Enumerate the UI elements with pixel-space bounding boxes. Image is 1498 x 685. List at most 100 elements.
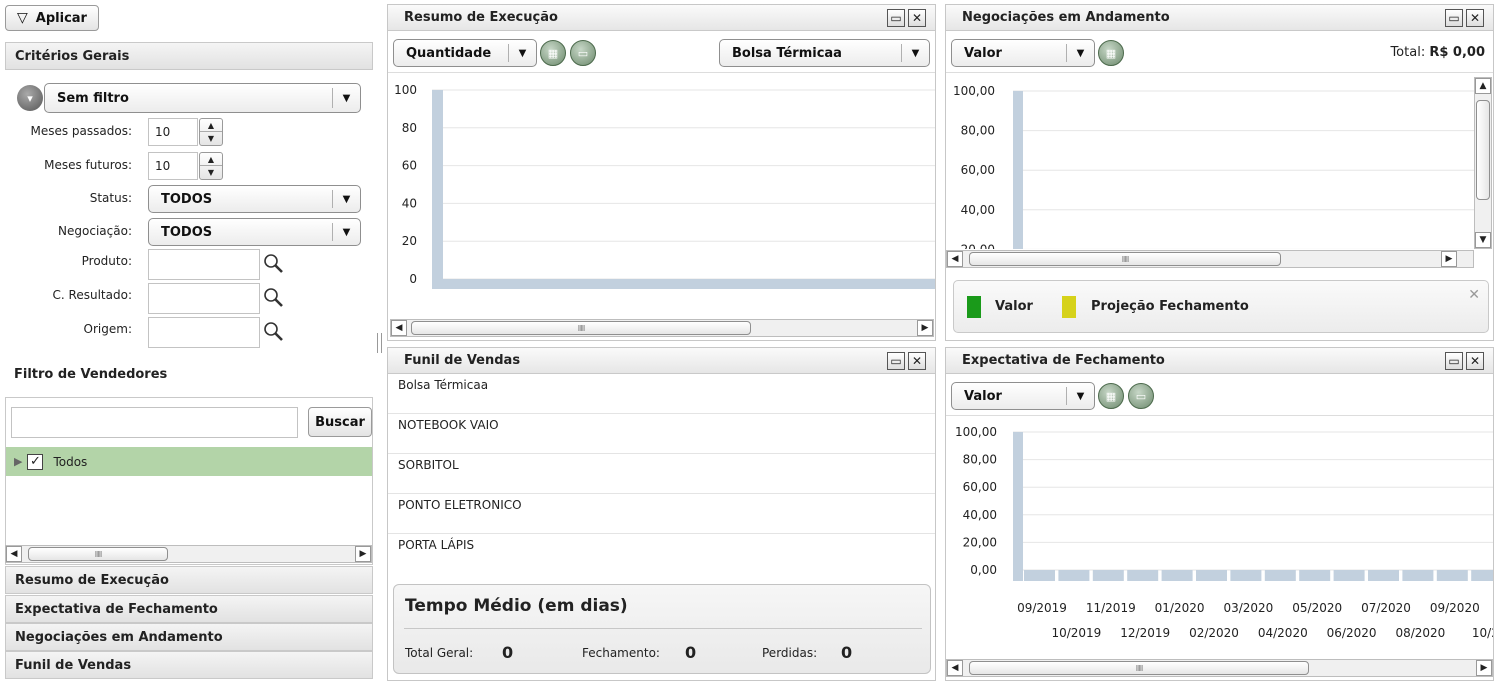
status-select[interactable]: TODOS ▼ xyxy=(148,185,361,213)
scroll-right-icon[interactable]: ▶ xyxy=(917,320,933,336)
months-past-input[interactable]: 10 xyxy=(148,118,198,146)
scroll-right-icon[interactable]: ▶ xyxy=(1441,251,1457,267)
scroll-thumb[interactable]: IIIII xyxy=(28,547,168,561)
search-icon[interactable] xyxy=(263,287,285,309)
funnel-item[interactable]: PONTO ELETRONICO xyxy=(388,494,935,534)
checkbox-checked-icon[interactable]: ✓ xyxy=(27,453,44,470)
sellers-search-input[interactable] xyxy=(11,407,298,438)
total-label: Total: xyxy=(1390,45,1426,60)
negociacoes-hscroll[interactable]: ◀ IIIII ▶ xyxy=(946,250,1474,268)
tempo-medio-box: Tempo Médio (em dias) Total Geral: 0 Fec… xyxy=(393,584,931,674)
scroll-thumb[interactable]: IIIII xyxy=(969,661,1309,675)
comment-icon[interactable]: ▭ xyxy=(570,40,596,66)
y-tick-label: 20,00 xyxy=(963,535,997,549)
product-input[interactable] xyxy=(148,249,260,280)
negociacoes-measure-select[interactable]: Valor ▼ xyxy=(951,39,1095,67)
expectativa-measure-select[interactable]: Valor ▼ xyxy=(951,382,1095,410)
legend-label-projecao: Projeção Fechamento xyxy=(1091,299,1249,314)
months-future-stepper[interactable]: ▲ ▼ xyxy=(199,152,223,180)
negotiation-label: Negociação: xyxy=(58,224,132,238)
scroll-thumb[interactable] xyxy=(1476,100,1490,200)
negociacoes-vscroll[interactable]: ▲ ▼ xyxy=(1474,77,1492,249)
chevron-down-icon: ▼ xyxy=(332,223,360,241)
section-label: Resumo de Execução xyxy=(15,572,169,588)
panel-title-text: Negociações em Andamento xyxy=(962,10,1170,25)
scroll-thumb[interactable]: IIIII xyxy=(969,252,1281,266)
bar xyxy=(1092,570,1124,581)
search-button[interactable]: Buscar xyxy=(308,407,372,437)
perdidas-value: 0 xyxy=(841,643,853,662)
expectativa-chart: 100,00 80,00 60,00 40,00 20,00 0,00 09/2019 10/… xyxy=(955,425,1493,640)
y-tick-label: 60,00 xyxy=(961,163,995,177)
maximize-icon[interactable]: ▭ xyxy=(887,352,905,370)
filter-select[interactable]: Sem filtro ▼ xyxy=(44,83,361,113)
section-label: Negociações em Andamento xyxy=(15,629,223,645)
funnel-item[interactable]: SORBITOL xyxy=(388,454,935,494)
scroll-left-icon[interactable]: ◀ xyxy=(391,320,407,336)
resumo-product-select[interactable]: Bolsa Térmicaa ▼ xyxy=(719,39,930,67)
apply-button[interactable]: ▽ Aplicar xyxy=(5,5,99,31)
section-funil[interactable]: Funil de Vendas xyxy=(5,651,373,679)
months-future-input[interactable]: 10 xyxy=(148,152,198,180)
tree-item-todos[interactable]: ▶ ✓ Todos xyxy=(6,447,372,476)
close-icon[interactable]: ✕ xyxy=(1466,352,1484,370)
filter-avatar-icon[interactable]: ▾ xyxy=(17,85,43,111)
scroll-up-icon[interactable]: ▲ xyxy=(1475,78,1491,94)
funil-panel: Funil de Vendas ▭ ✕ Bolsa Térmicaa NOTEB… xyxy=(387,347,936,681)
resumo-toolbar: Quantidade ▼ ▦ ▭ Bolsa Térmicaa ▼ xyxy=(388,31,935,73)
panel-title-text: Funil de Vendas xyxy=(404,353,521,368)
section-expectativa[interactable]: Expectativa de Fechamento xyxy=(5,595,373,623)
maximize-icon[interactable]: ▭ xyxy=(887,9,905,27)
bar xyxy=(432,279,935,289)
resumo-hscroll[interactable]: ◀ IIIII ▶ xyxy=(390,319,934,337)
funnel-item[interactable]: PORTA LÁPIS xyxy=(388,534,935,574)
resumo-measure-select[interactable]: Quantidade ▼ xyxy=(393,39,537,67)
comment-icon[interactable]: ▭ xyxy=(1128,383,1154,409)
months-past-stepper[interactable]: ▲ ▼ xyxy=(199,118,223,146)
x-tick-label: 09/2020 xyxy=(1430,601,1480,615)
search-icon[interactable] xyxy=(263,253,285,275)
maximize-icon[interactable]: ▭ xyxy=(1445,352,1463,370)
negociacoes-title: Negociações em Andamento xyxy=(946,5,1493,31)
splitter-handle[interactable] xyxy=(377,333,382,353)
scroll-down-icon[interactable]: ▼ xyxy=(1475,232,1491,248)
scroll-right-icon[interactable]: ▶ xyxy=(1476,660,1492,676)
maximize-icon[interactable]: ▭ xyxy=(1445,9,1463,27)
section-negociacoes[interactable]: Negociações em Andamento xyxy=(5,623,373,651)
close-icon[interactable]: ✕ xyxy=(1466,9,1484,27)
table-icon[interactable]: ▦ xyxy=(1098,383,1124,409)
scroll-left-icon[interactable]: ◀ xyxy=(947,660,963,676)
table-icon[interactable]: ▦ xyxy=(1098,40,1124,66)
close-icon[interactable]: ✕ xyxy=(1468,287,1480,303)
sellers-hscroll[interactable]: ◀ IIIII ▶ xyxy=(5,545,372,563)
bar xyxy=(1230,570,1262,581)
expectativa-hscroll[interactable]: ◀ IIIII ▶ xyxy=(946,659,1493,677)
scroll-left-icon[interactable]: ◀ xyxy=(947,251,963,267)
bar xyxy=(1013,432,1023,581)
funnel-item[interactable]: NOTEBOOK VAIO xyxy=(388,414,935,454)
expand-arrow-icon[interactable]: ▶ xyxy=(14,455,22,468)
y-tick-label: 40 xyxy=(402,196,417,210)
funnel-item[interactable]: Bolsa Térmicaa xyxy=(388,374,935,414)
scroll-left-icon[interactable]: ◀ xyxy=(6,546,22,562)
scroll-right-icon[interactable]: ▶ xyxy=(355,546,371,562)
close-icon[interactable]: ✕ xyxy=(908,9,926,27)
negotiation-select[interactable]: TODOS ▼ xyxy=(148,218,361,246)
origin-input[interactable] xyxy=(148,317,260,348)
bar xyxy=(1161,570,1193,581)
bar xyxy=(1471,570,1493,581)
product-label: Produto: xyxy=(81,254,132,268)
scroll-thumb[interactable]: IIIII xyxy=(411,321,751,335)
chevron-down-icon: ▼ xyxy=(332,88,360,108)
criteria-header[interactable]: Critérios Gerais xyxy=(5,42,373,70)
search-icon[interactable] xyxy=(263,321,285,343)
close-icon[interactable]: ✕ xyxy=(908,352,926,370)
negociacoes-toolbar: Valor ▼ ▦ Total: R$ 0,00 xyxy=(946,31,1493,73)
x-tick-label: 06/2020 xyxy=(1327,626,1377,640)
result-input[interactable] xyxy=(148,283,260,314)
section-resumo[interactable]: Resumo de Execução xyxy=(5,566,373,594)
y-tick-label: 100,00 xyxy=(953,84,995,98)
bar xyxy=(1368,570,1399,581)
criteria-title: Critérios Gerais xyxy=(15,48,130,64)
table-icon[interactable]: ▦ xyxy=(540,40,566,66)
